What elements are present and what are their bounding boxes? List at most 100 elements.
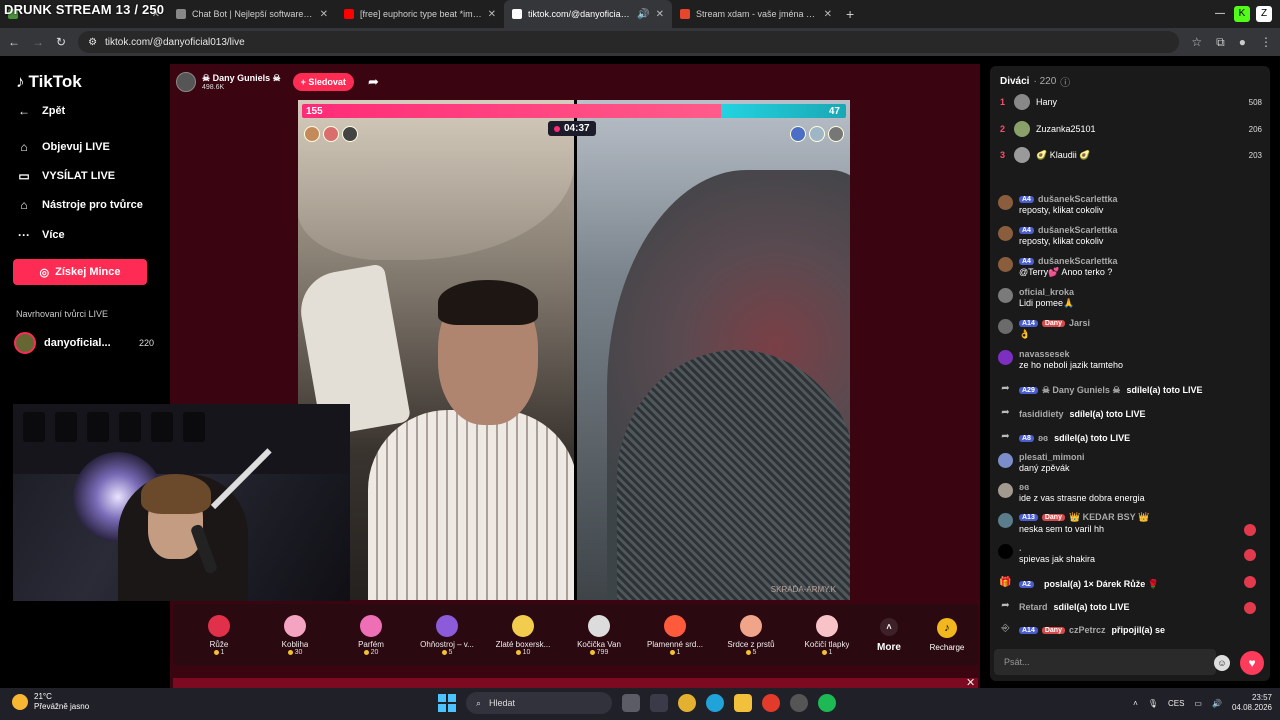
gift-item[interactable]: Plamenné srd... 1 bbox=[637, 614, 713, 656]
edge-icon[interactable] bbox=[706, 694, 724, 712]
gift-item[interactable]: Ohňostroj – v... 5 bbox=[409, 614, 485, 656]
browser-tab[interactable]: Stream xdam - vaše jména (stre ✕ bbox=[672, 0, 840, 28]
minimize-icon[interactable]: — bbox=[1212, 6, 1228, 22]
back-arrow-icon[interactable]: ← bbox=[8, 35, 20, 49]
chat-username[interactable]: 👑 KEDAR BSY 👑 bbox=[1069, 512, 1149, 523]
sidebar-item-explore-live[interactable]: ⌂ Objevuj LIVE bbox=[16, 140, 109, 154]
close-icon[interactable]: ✕ bbox=[966, 676, 975, 689]
close-tab-icon[interactable]: ✕ bbox=[320, 9, 328, 20]
close-tab-icon[interactable]: ✕ bbox=[824, 9, 832, 20]
language-indicator[interactable]: CES bbox=[1168, 699, 1184, 708]
suggested-creator-item[interactable]: danyoficial... 220 bbox=[14, 332, 154, 354]
chat-username[interactable]: dušanekScarlettka bbox=[1038, 256, 1118, 266]
menu-dots-icon[interactable]: ⋮ bbox=[1260, 35, 1272, 50]
follow-button[interactable]: + Sledovat bbox=[292, 73, 354, 91]
top-viewer-row[interactable]: 2 Zuzanka25101 206 bbox=[1000, 121, 1262, 137]
browser-tab-active[interactable]: tiktok.com/@danyoficial013 🔊 ✕ bbox=[504, 0, 672, 28]
heart-like-button[interactable]: ♥ bbox=[1240, 651, 1264, 675]
new-tab-button[interactable]: + bbox=[846, 6, 854, 22]
chat-username[interactable]: Jarsi bbox=[1069, 318, 1090, 328]
windows-start-icon[interactable] bbox=[438, 694, 456, 712]
gift-item[interactable]: Kočička Van 799 bbox=[561, 614, 637, 656]
profile-avatar[interactable]: ● bbox=[1239, 35, 1246, 50]
get-coins-button[interactable]: ◎ Získej Mince bbox=[13, 259, 147, 285]
chat-username[interactable]: czPetrcz bbox=[1069, 625, 1106, 635]
chat-input[interactable]: Psát... bbox=[994, 649, 1216, 675]
avatar[interactable] bbox=[998, 544, 1013, 559]
close-tab-icon[interactable]: ✕ bbox=[488, 9, 496, 20]
tiktok-logo[interactable]: ♪ TikTok bbox=[16, 72, 82, 92]
avatar[interactable] bbox=[998, 483, 1013, 498]
chat-username[interactable]: dušanekScarlettka bbox=[1038, 194, 1118, 204]
chrome-icon[interactable] bbox=[678, 694, 696, 712]
top-viewer-row[interactable]: 1 Hany 508 bbox=[1000, 94, 1262, 110]
sidebar-item-more[interactable]: ··· Více bbox=[16, 228, 65, 242]
gift-item[interactable]: Zlaté boxersk... 10 bbox=[485, 614, 561, 656]
chat-username[interactable]: ☠ Dany Guniels ☠ bbox=[1042, 385, 1121, 396]
avatar[interactable] bbox=[998, 453, 1013, 468]
bookmark-star-icon[interactable]: ☆ bbox=[1191, 35, 1202, 50]
url-field[interactable]: ⚙ tiktok.com/@danyoficial013/live bbox=[78, 31, 1180, 53]
kick-icon[interactable]: K bbox=[1234, 6, 1250, 22]
gift-item[interactable]: Parfém 20 bbox=[333, 614, 409, 656]
volume-icon[interactable]: 🔊 bbox=[1212, 699, 1222, 708]
avatar[interactable] bbox=[998, 226, 1013, 241]
browser-tab[interactable]: [free] euphoric type beat *impu ✕ bbox=[336, 0, 504, 28]
chat-username[interactable]: Retard bbox=[1019, 602, 1048, 612]
site-info-icon[interactable]: ⚙ bbox=[88, 37, 97, 48]
weather-widget[interactable]: 21°C Převážně jasno bbox=[12, 692, 89, 712]
task-view-icon[interactable] bbox=[622, 694, 640, 712]
chat-username[interactable]: plesati_mimoni bbox=[1019, 452, 1085, 462]
chat-username[interactable]: ʚɞ bbox=[1038, 433, 1048, 443]
chat-username[interactable]: dušanekScarlettka bbox=[1038, 225, 1118, 235]
share-icon[interactable]: ➦ bbox=[368, 74, 379, 90]
reload-icon[interactable]: ↻ bbox=[56, 35, 66, 49]
supporter-avatar[interactable] bbox=[828, 126, 844, 142]
help-icon[interactable]: ⓘ bbox=[1060, 74, 1070, 89]
clock[interactable]: 23:57 04.08.2026 bbox=[1232, 693, 1272, 713]
avatar[interactable] bbox=[998, 195, 1013, 210]
extensions-icon[interactable]: ⧉ bbox=[1216, 35, 1225, 50]
supporter-avatar[interactable] bbox=[323, 126, 339, 142]
host-name[interactable]: ☠ Dany Guniels ☠ bbox=[202, 73, 281, 84]
store-icon[interactable] bbox=[650, 694, 668, 712]
supporter-avatar[interactable] bbox=[790, 126, 806, 142]
chevron-up-icon[interactable]: ˄ bbox=[1133, 699, 1138, 708]
supporter-avatar[interactable] bbox=[809, 126, 825, 142]
sidebar-item-go-live[interactable]: ▭ VYSÍLAT LIVE bbox=[16, 169, 115, 183]
file-explorer-icon[interactable] bbox=[734, 694, 752, 712]
chat-username[interactable]: ʚɞ bbox=[1019, 482, 1029, 492]
supporter-avatar[interactable] bbox=[342, 126, 358, 142]
spotify-icon[interactable] bbox=[818, 694, 836, 712]
more-gifts-button[interactable]: ˄ More bbox=[865, 617, 913, 653]
supporter-avatar[interactable] bbox=[304, 126, 320, 142]
live-video[interactable]: 155 47 04:37 SKRÁĎA-ARMY.K bbox=[298, 100, 850, 600]
extension-icon[interactable]: Z bbox=[1256, 6, 1272, 22]
gift-item[interactable]: Srdce z prstů 5 bbox=[713, 614, 789, 656]
avatar[interactable] bbox=[998, 257, 1013, 272]
recharge-button[interactable]: ♪ Recharge bbox=[917, 618, 977, 652]
gift-item[interactable]: Kobliha 30 bbox=[257, 614, 333, 656]
emoji-icon[interactable]: ☺ bbox=[1214, 655, 1230, 671]
chat-username[interactable]: fasididiety bbox=[1019, 409, 1064, 419]
taskbar-search[interactable]: ⌕ Hledat bbox=[466, 692, 612, 714]
forward-arrow-icon[interactable]: → bbox=[32, 35, 44, 49]
network-icon[interactable]: ▭ bbox=[1194, 699, 1202, 708]
sidebar-item-creator-tools[interactable]: ⌂ Nástroje pro tvůrce bbox=[16, 198, 143, 212]
avatar[interactable] bbox=[998, 288, 1013, 303]
avatar[interactable] bbox=[998, 319, 1013, 334]
top-viewer-row[interactable]: 3 🥑 Klaudii 🥑 203 bbox=[1000, 147, 1262, 163]
avatar[interactable] bbox=[998, 513, 1013, 528]
chat-username[interactable]: . bbox=[1019, 543, 1022, 553]
avatar[interactable] bbox=[998, 350, 1013, 365]
host-avatar[interactable] bbox=[176, 72, 196, 92]
chat-username[interactable]: oficial_kroka bbox=[1019, 287, 1074, 297]
back-button[interactable]: ← Zpět bbox=[16, 104, 65, 118]
chat-username[interactable]: navassesek bbox=[1019, 349, 1070, 359]
app-icon[interactable] bbox=[790, 694, 808, 712]
gift-item[interactable]: Růže 1 bbox=[181, 614, 257, 656]
gift-item[interactable]: Kočičí tlapky 1 bbox=[789, 614, 865, 656]
obs-icon[interactable] bbox=[762, 694, 780, 712]
speaker-icon[interactable]: 🔊 bbox=[637, 9, 649, 20]
close-tab-icon[interactable]: ✕ bbox=[656, 9, 664, 20]
